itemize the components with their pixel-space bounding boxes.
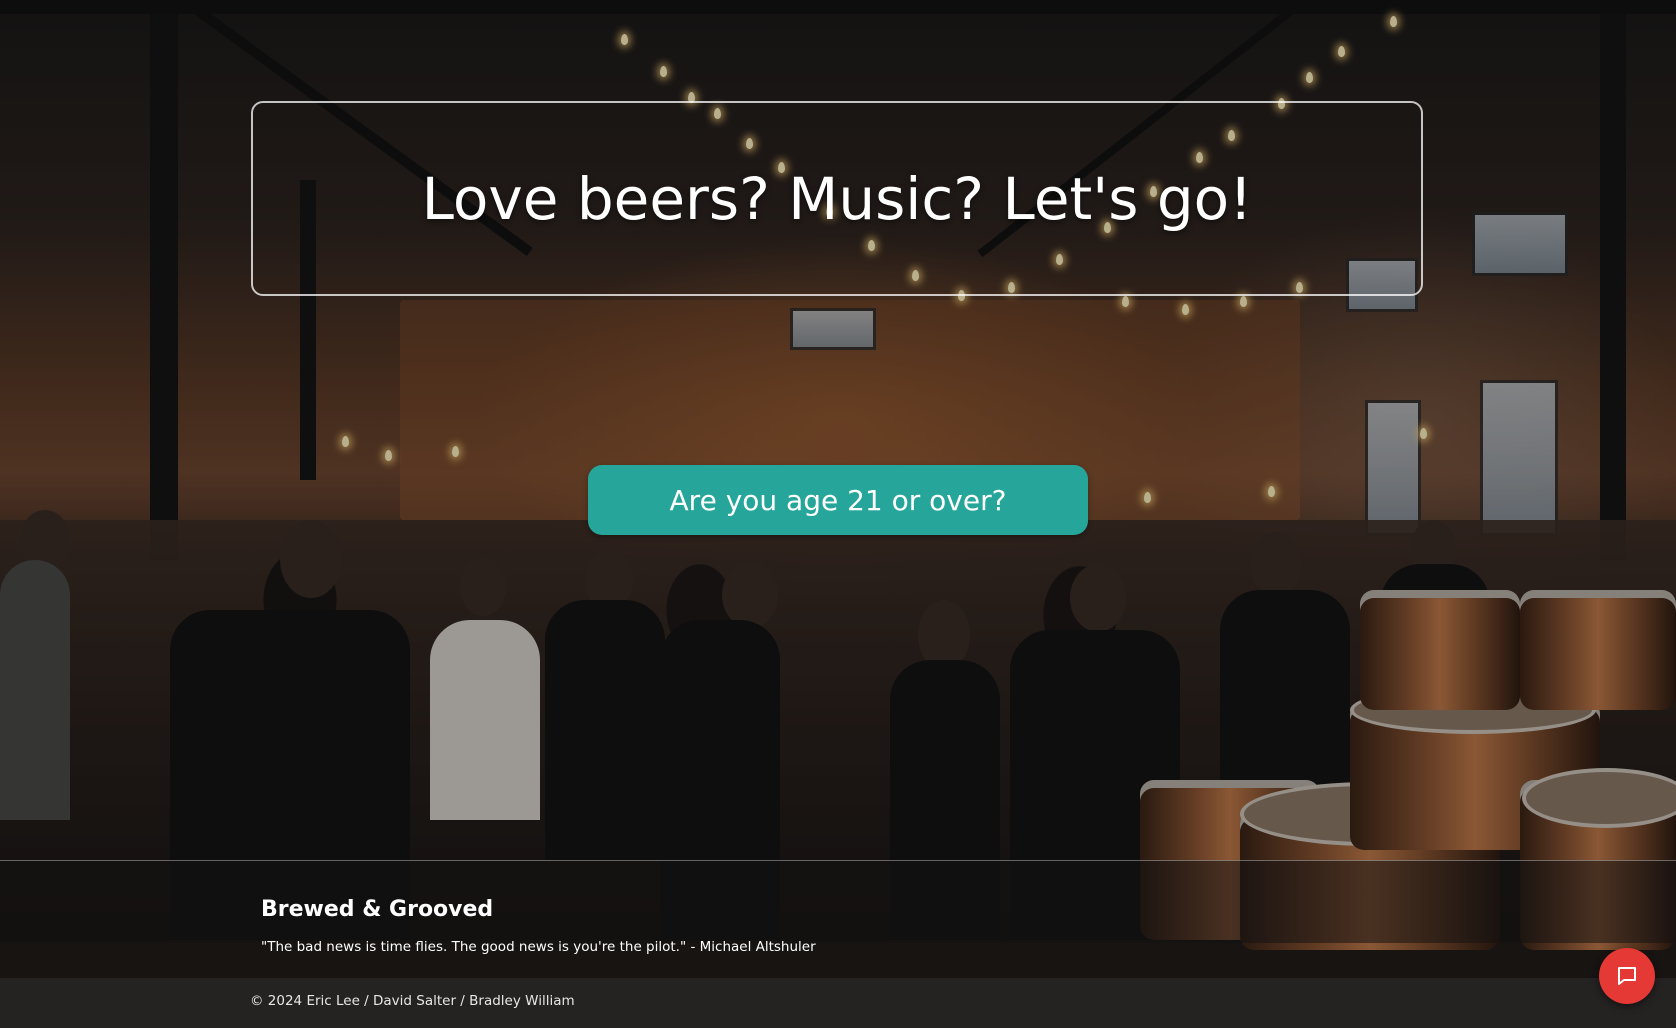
age-gate-page: Love beers? Music? Let's go! Are you age…	[0, 0, 1676, 1028]
footer-quote: "The bad news is time flies. The good ne…	[261, 939, 816, 955]
chat-bubble-icon	[1615, 964, 1639, 988]
copyright-text: © 2024 Eric Lee / David Salter / Bradley…	[250, 993, 575, 1009]
copyright-bar: © 2024 Eric Lee / David Salter / Bradley…	[0, 978, 1676, 1028]
age-verification-button[interactable]: Are you age 21 or over?	[588, 465, 1088, 535]
headline-box: Love beers? Music? Let's go!	[251, 101, 1423, 296]
site-footer: Brewed & Grooved "The bad news is time f…	[0, 860, 1676, 955]
chat-button[interactable]	[1599, 948, 1655, 1004]
hero-headline: Love beers? Music? Let's go!	[421, 164, 1253, 233]
footer-brand: Brewed & Grooved	[261, 897, 494, 922]
